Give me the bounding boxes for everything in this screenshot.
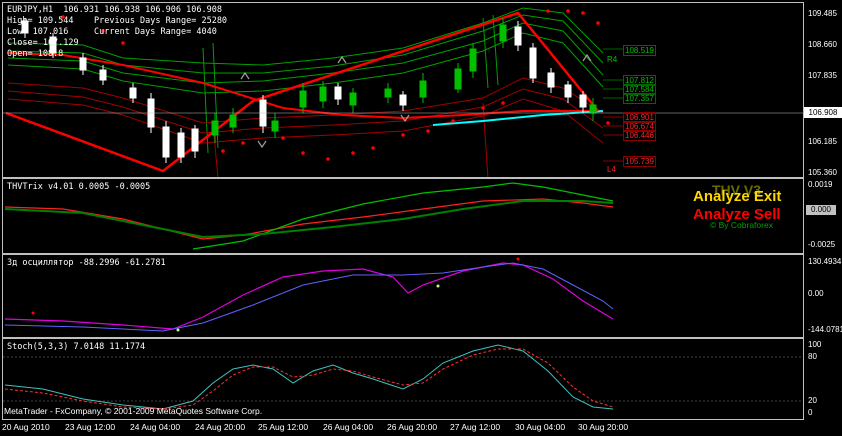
oscillator-panel[interactable]: 3д осциллятор -88.2996 -61.2781: [2, 254, 804, 338]
l4-marker: L4: [607, 165, 616, 174]
level-green-1: 108.519: [623, 45, 656, 56]
trix-green-line: [192, 182, 614, 250]
osc-dot-red-2: [516, 257, 520, 261]
x-label-10: 30 Aug 20:00: [578, 422, 629, 432]
main-scale-5: 106.185: [808, 137, 837, 146]
level-red-4: 105.739: [623, 156, 656, 167]
thv-zero-box: 0.000: [806, 205, 836, 215]
osc-magenta-line: [4, 262, 614, 330]
stoch-signal-line: [4, 348, 614, 410]
author-label: © By Cobraforex: [710, 220, 773, 230]
analyze-exit-label: Analyze Exit: [693, 188, 782, 205]
thv-trix-panel[interactable]: THVTrix v4.01 0.0005 -0.0005: [2, 178, 804, 254]
trix-red-line: [4, 198, 614, 240]
osc-dot-green: [176, 328, 180, 332]
stoch-scale-0: 0: [808, 408, 813, 417]
fractal-markers: [240, 53, 592, 149]
osc-scale-bottom: -144.0781: [808, 325, 842, 334]
stoch-label: Stoch(5,3,3) 7.0148 11.1774: [7, 342, 146, 352]
copyright-text: MetaTrader - FxCompany, © 2001-2009 Meta…: [4, 406, 263, 416]
current-price-box: 106.908: [804, 107, 842, 118]
osc-scale-top: 130.4934: [808, 257, 842, 266]
high-info: High= 109.544 Previous Days Range= 25280: [7, 16, 228, 26]
x-label-4: 24 Aug 20:00: [195, 422, 246, 432]
x-label-2: 23 Aug 12:00: [65, 422, 116, 432]
x-label-3: 24 Aug 04:00: [130, 422, 181, 432]
main-price-chart[interactable]: EURJPY,H1 106.931 106.938 106.906 106.90…: [2, 2, 804, 178]
main-scale-1: 109.485: [808, 9, 837, 18]
thv-scale-bottom: -0.0025: [808, 240, 836, 249]
x-label-9: 30 Aug 04:00: [515, 422, 566, 432]
stoch-scale-100: 100: [808, 340, 822, 349]
thv-scale-top: 0.0019: [808, 180, 833, 189]
x-label-5: 25 Aug 12:00: [258, 422, 309, 432]
close-info: Close= 107.129: [7, 38, 79, 48]
stoch-scale-20: 20: [808, 396, 817, 405]
open-info: Open= 108.8: [7, 49, 64, 59]
stoch-main-line: [4, 344, 614, 410]
level-green-4: 107.357: [623, 93, 656, 104]
x-label-6: 26 Aug 04:00: [323, 422, 374, 432]
x-label-8: 27 Aug 12:00: [450, 422, 501, 432]
osc-scale-mid: 0.00: [808, 289, 824, 298]
main-scale-3: 107.835: [808, 71, 837, 80]
osc-label: 3д осциллятор -88.2996 -61.2781: [7, 258, 166, 268]
level-red-3: 106.446: [623, 130, 656, 141]
r4-marker: R4: [607, 55, 618, 64]
candles: [21, 18, 597, 163]
thv-label: THVTrix v4.01 0.0005 -0.0005: [7, 182, 151, 192]
trix-signal-line: [4, 200, 614, 239]
low-info: Low= 107.016 Current Days Range= 4040: [7, 27, 217, 37]
osc-dot-red: [31, 311, 35, 315]
x-label-1: 20 Aug 2010: [2, 422, 50, 432]
x-label-7: 26 Aug 20:00: [387, 422, 438, 432]
main-scale-6: 105.360: [808, 168, 837, 177]
main-scale-2: 108.660: [808, 40, 837, 49]
osc-dot-green-2: [436, 284, 440, 288]
stoch-scale-80: 80: [808, 352, 817, 361]
symbol-info: EURJPY,H1 106.931 106.938 106.906 106.90…: [7, 5, 222, 15]
